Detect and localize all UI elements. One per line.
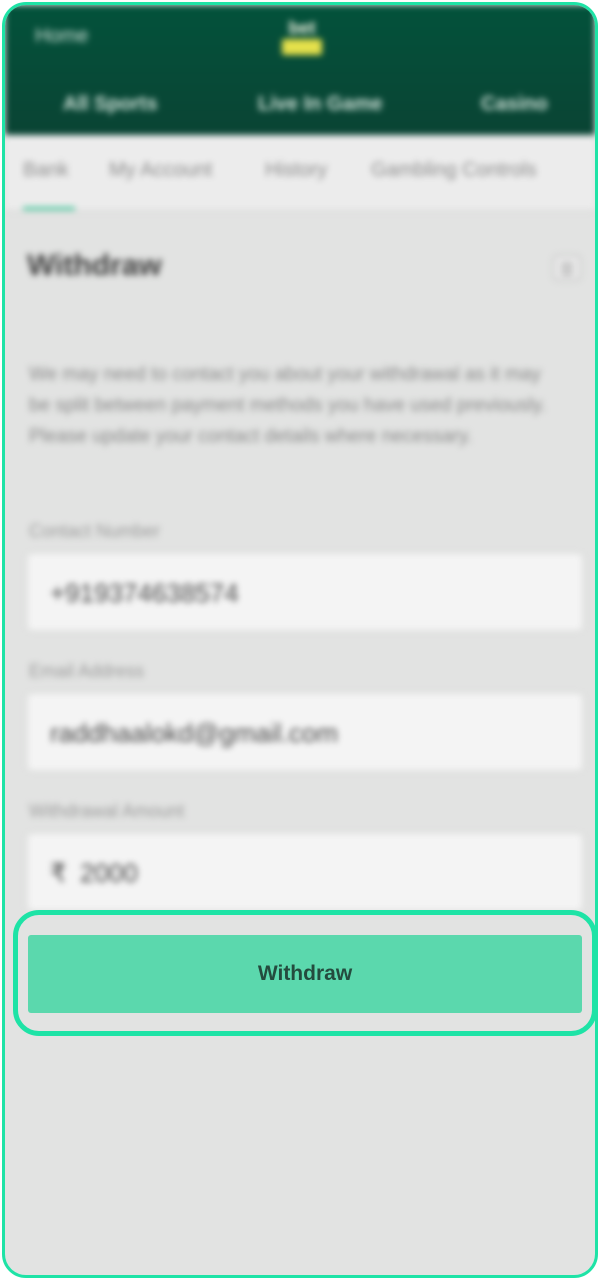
logo-text: bet bbox=[288, 18, 316, 38]
subnav-item-gambling-controls[interactable]: Gambling Controls bbox=[371, 159, 537, 182]
withdrawal-amount-field[interactable]: ₹ 2000 bbox=[27, 833, 583, 911]
subnav-item-history[interactable]: History bbox=[265, 159, 327, 182]
tab-live-in-game[interactable]: Live In Game bbox=[258, 93, 383, 116]
tab-all-sports[interactable]: All Sports bbox=[63, 93, 157, 116]
active-tab-indicator bbox=[23, 207, 75, 210]
withdraw-button[interactable]: Withdraw bbox=[28, 935, 582, 1013]
email-address-label: Email Address bbox=[29, 661, 145, 681]
page-title: Withdraw bbox=[27, 249, 162, 282]
brand-logo[interactable]: bet bbox=[276, 17, 328, 57]
email-address-field[interactable]: raddhaalokd@gmail.com bbox=[27, 693, 583, 771]
blurred-background: Home bet All Sports Live In Game Casino … bbox=[5, 5, 595, 1275]
contact-number-label: Contact Number bbox=[29, 521, 161, 541]
withdrawal-amount-value: 2000 bbox=[80, 858, 138, 888]
home-link[interactable]: Home bbox=[35, 25, 88, 48]
tab-casino[interactable]: Casino bbox=[481, 93, 548, 116]
logo-badge bbox=[282, 39, 322, 55]
contact-number-value: +919374638574 bbox=[50, 578, 239, 608]
currency-symbol: ₹ bbox=[50, 858, 67, 888]
account-subnav: Bank My Account History Gambling Control… bbox=[5, 135, 595, 211]
withdrawal-amount-label: Withdrawal Amount bbox=[29, 801, 185, 821]
contact-number-field[interactable]: +919374638574 bbox=[27, 553, 583, 631]
subnav-item-my-account[interactable]: My Account bbox=[109, 159, 212, 182]
info-text: We may need to contact you about your wi… bbox=[29, 364, 547, 447]
top-header: Home bet All Sports Live In Game Casino bbox=[5, 5, 595, 135]
subnav-item-bank[interactable]: Bank bbox=[23, 159, 69, 182]
email-address-value: raddhaalokd@gmail.com bbox=[50, 718, 338, 748]
menu-icon[interactable] bbox=[553, 255, 581, 281]
app-screen: Home bet All Sports Live In Game Casino … bbox=[2, 2, 598, 1278]
sports-nav: All Sports Live In Game Casino bbox=[5, 83, 595, 129]
